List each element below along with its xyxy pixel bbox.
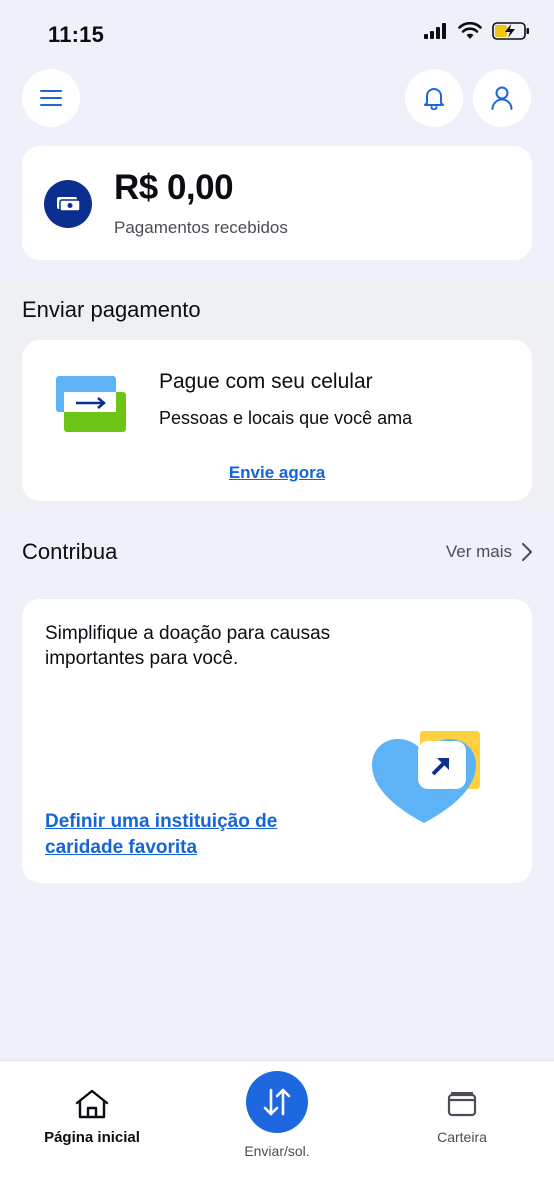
send-request-button[interactable]: [246, 1071, 308, 1133]
donate-description: Simplifique a doação para causas importa…: [45, 623, 331, 669]
nav-home[interactable]: Página inicial: [32, 1089, 152, 1146]
nav-wallet-label: Carteira: [437, 1129, 487, 1145]
send-money-illustration: [56, 376, 126, 432]
chevron-right-icon: [522, 543, 532, 561]
donate-card: Simplifique a doação para causas importa…: [22, 599, 532, 883]
see-more-label: Ver mais: [445, 542, 512, 561]
hamburger-menu-icon: [40, 90, 62, 106]
set-favorite-charity-link[interactable]: Definir uma instituição de caridade favo…: [45, 809, 315, 861]
profile-button[interactable]: [473, 69, 531, 127]
contribute-section-title: Contribua: [22, 539, 118, 564]
money-icon: [44, 180, 92, 228]
bell-icon: [424, 88, 444, 110]
nav-wallet[interactable]: Carteira: [412, 1091, 512, 1145]
balance-amount: R$ 0,00: [114, 168, 234, 207]
bottom-navigation: Página inicial Enviar/sol. Carteira: [0, 1060, 554, 1200]
send-subtitle: Pessoas e locais que você ama: [159, 408, 413, 428]
app-screen: 11:15 R$ 0,00 Pagamentos recebidos Envia…: [0, 0, 554, 1200]
home-icon: [75, 1089, 109, 1119]
battery-icon: [492, 22, 529, 40]
notifications-button[interactable]: [405, 69, 463, 127]
send-headline: Pague com seu celular: [159, 370, 373, 393]
status-time: 11:15: [48, 22, 105, 47]
send-now-link[interactable]: Envie agora: [22, 463, 532, 483]
wallet-icon: [447, 1092, 477, 1117]
status-bar: 11:15: [0, 0, 554, 64]
wifi-icon: [458, 22, 482, 39]
send-section-title: Enviar pagamento: [22, 297, 201, 322]
menu-button[interactable]: [22, 69, 80, 127]
status-icons: [424, 22, 530, 40]
heart-donation-illustration: [372, 731, 480, 823]
balance-card[interactable]: R$ 0,00 Pagamentos recebidos: [22, 146, 532, 260]
see-more-link[interactable]: Ver mais: [446, 542, 532, 562]
balance-label: Pagamentos recebidos: [114, 218, 288, 237]
nav-home-label: Página inicial: [44, 1129, 140, 1146]
transfer-arrows-icon: [263, 1088, 291, 1116]
signal-icon: [424, 23, 446, 39]
nav-send-label: Enviar/sol.: [244, 1143, 310, 1159]
nav-send-request[interactable]: Enviar/sol.: [227, 1071, 327, 1159]
user-icon: [491, 86, 513, 110]
send-payment-card[interactable]: Pague com seu celular Pessoas e locais q…: [22, 340, 532, 501]
